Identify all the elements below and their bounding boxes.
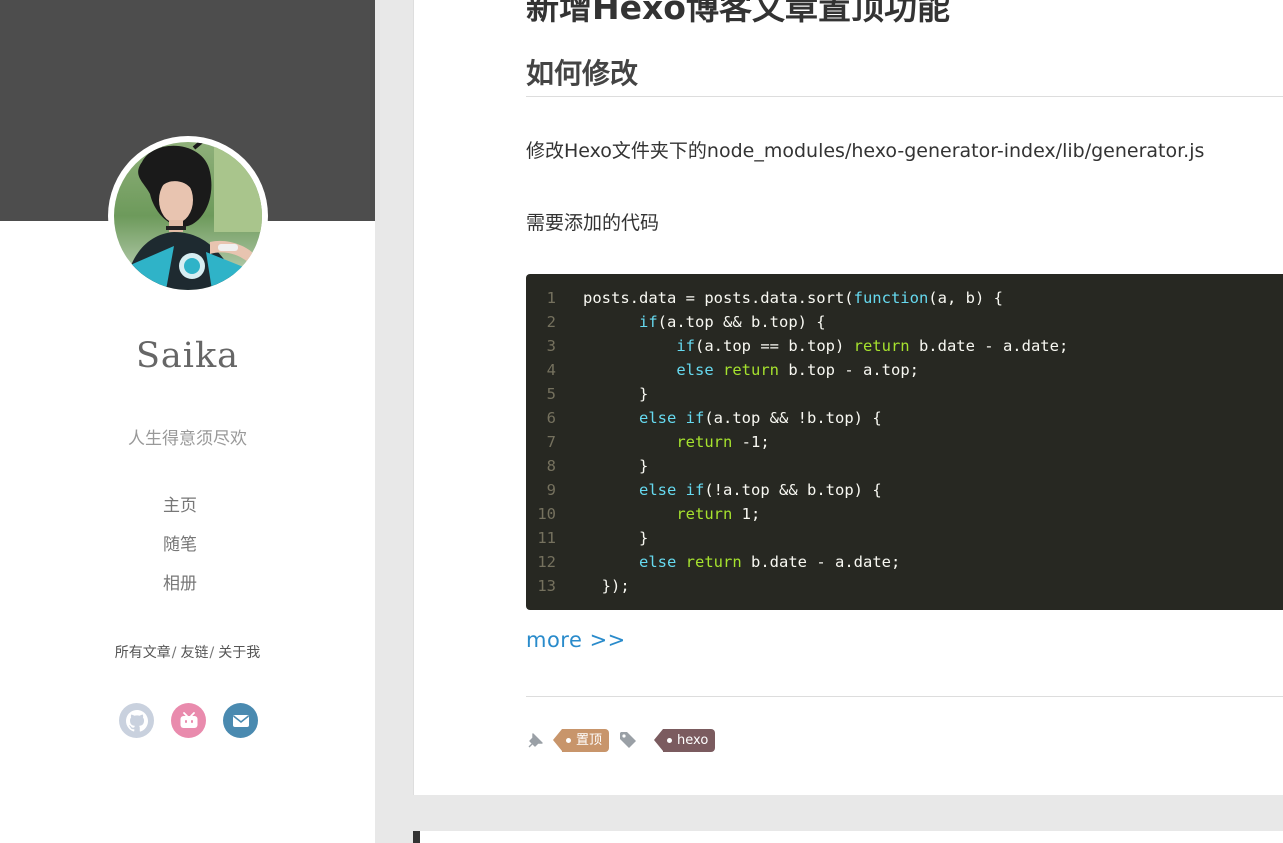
code-line-text: if(a.top && b.top) {: [639, 313, 826, 331]
nav-link-album[interactable]: 相册: [0, 572, 360, 611]
code-block: 1 posts.data = posts.data.sort(function(a…: [526, 274, 1283, 610]
code-line-number: 2: [546, 313, 556, 331]
post-paragraph: 修改Hexo文件夹下的node_modules/hexo-generator-i…: [526, 140, 1205, 162]
post-title[interactable]: 新增Hexo博客文章置顶功能: [526, 0, 950, 29]
tag-icon: [619, 731, 639, 749]
footer-divider: [526, 696, 1283, 697]
nav-link-home[interactable]: 主页: [0, 494, 360, 533]
code-line-text: else return b.top - a.top;: [676, 361, 919, 379]
code-line: 7 return -1;: [526, 430, 1068, 454]
sub-nav: 所有文章/友链/关于我: [0, 642, 375, 662]
sub-nav-all-posts[interactable]: 所有文章: [115, 645, 171, 661]
avatar-image: [114, 142, 262, 290]
post-card: 新增Hexo博客文章置顶功能 如何修改 修改Hexo文件夹下的node_modu…: [413, 0, 1283, 795]
main-nav: 主页 随笔 相册: [0, 494, 360, 611]
sub-nav-friend-links[interactable]: 友链: [181, 645, 209, 661]
code-line-text: else if(a.top && !b.top) {: [639, 409, 882, 427]
sub-nav-about-me[interactable]: 关于我: [218, 645, 260, 661]
code-line: 12 else return b.date - a.date;: [526, 550, 1068, 574]
code-line: 5 }: [526, 382, 1068, 406]
code-line: 10 return 1;: [526, 502, 1068, 526]
heading-divider: [526, 96, 1283, 97]
sub-nav-separator: /: [209, 645, 215, 661]
more-link[interactable]: more >>: [526, 628, 626, 652]
code-line: 11 }: [526, 526, 1068, 550]
email-icon[interactable]: [223, 703, 258, 738]
code-line-number: 5: [546, 385, 556, 403]
code-line: 8 }: [526, 454, 1068, 478]
code-line-text: }: [639, 529, 649, 547]
code-line-number: 13: [537, 577, 556, 595]
code-line-number: 7: [546, 433, 556, 451]
code-line: 3 if(a.top == b.top) return b.date - a.d…: [526, 334, 1069, 358]
post-paragraph: 需要添加的代码: [526, 212, 660, 234]
code-line-text: }: [639, 457, 649, 475]
sub-nav-separator: /: [171, 645, 177, 661]
tag-hexo[interactable]: hexo: [653, 728, 716, 752]
code-line-number: 8: [546, 457, 556, 475]
code-line-text: else if(!a.top && b.top) {: [639, 481, 882, 499]
code-line: 9 else if(!a.top && b.top) {: [526, 478, 1068, 502]
code-line-text: });: [601, 577, 630, 595]
code-line-number: 10: [537, 505, 556, 523]
code-line-text: }: [639, 385, 649, 403]
code-lines: 1 posts.data = posts.data.sort(function(a…: [526, 286, 1068, 598]
code-line: 6 else if(a.top && !b.top) {: [526, 406, 1068, 430]
social-links: [0, 703, 376, 738]
bilibili-icon[interactable]: [171, 703, 206, 738]
sidebar: Saika 人生得意须尽欢 主页 随笔 相册 所有文章/友链/关于我: [0, 0, 375, 843]
code-line: 13 });: [526, 574, 1068, 598]
code-line-number: 6: [546, 409, 556, 427]
code-line-number: 9: [546, 481, 556, 499]
code-line: 4 else return b.top - a.top;: [526, 358, 1068, 382]
author-name: Saika: [135, 336, 240, 376]
code-line-text: return -1;: [676, 433, 770, 451]
code-line-number: 12: [537, 553, 556, 571]
post-meta: 置顶 hexo: [526, 727, 716, 753]
code-line: 1 posts.data = posts.data.sort(function(a…: [526, 286, 1068, 310]
tag-pinned[interactable]: 置顶: [552, 728, 610, 752]
section-heading: 如何修改: [526, 57, 639, 90]
nav-link-essays[interactable]: 随笔: [0, 533, 360, 572]
code-line-text: if(a.top == b.top) return b.date - a.dat…: [676, 337, 1069, 355]
code-line: 2 if(a.top && b.top) {: [526, 310, 1068, 334]
code-line-number: 11: [537, 529, 556, 547]
code-line-number: 1: [546, 289, 556, 307]
next-post-card: [413, 831, 1283, 843]
code-line-text: else return b.date - a.date;: [639, 553, 901, 571]
code-line-text: posts.data = posts.data.sort(function(a,…: [583, 289, 1003, 307]
github-icon[interactable]: [119, 703, 154, 738]
pin-icon: [526, 730, 546, 750]
code-line-text: return 1;: [676, 505, 761, 523]
code-line-number: 3: [546, 337, 556, 355]
author-motto: 人生得意须尽欢: [128, 429, 247, 449]
avatar[interactable]: [108, 136, 268, 296]
code-line-number: 4: [546, 361, 556, 379]
next-post-marker: [413, 831, 420, 843]
